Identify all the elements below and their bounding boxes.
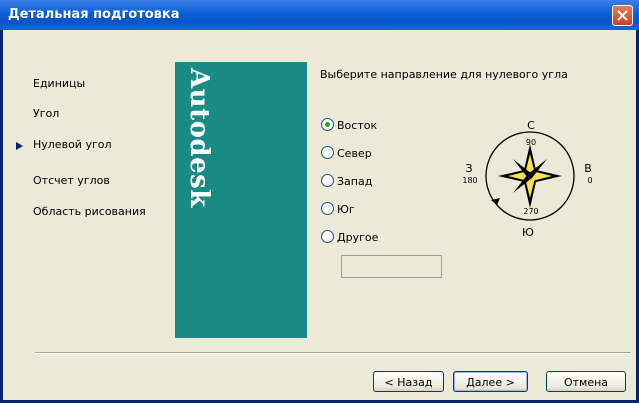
zero-angle-prompt: Выберите направление для нулевого угла — [320, 68, 568, 81]
title-bar[interactable]: Детальная подготовка — [0, 0, 639, 30]
compass-west-label: З — [465, 162, 472, 175]
close-button[interactable] — [612, 5, 633, 26]
compass-north-label: С — [527, 119, 535, 132]
autodesk-logo: Autodesk — [184, 68, 214, 208]
compass-180-label: 180 — [462, 176, 477, 185]
radio-south-indicator[interactable] — [321, 202, 334, 215]
radio-south[interactable]: Юг — [321, 202, 355, 216]
radio-other-label: Другое — [337, 231, 379, 244]
radio-south-label: Юг — [337, 203, 355, 216]
wizard-body: Единицы Угол Нулевой угол Отсчет углов О… — [3, 30, 636, 400]
next-button[interactable]: Далее > — [453, 371, 528, 392]
current-step-arrow-icon — [16, 142, 23, 150]
autodesk-banner: Autodesk — [175, 62, 307, 338]
radio-north-indicator[interactable] — [321, 146, 334, 159]
compass-diagram: С 90 З 180 В 0 270 Ю — [462, 119, 592, 239]
radio-other-indicator[interactable] — [321, 230, 334, 243]
other-angle-input[interactable] — [341, 255, 442, 278]
radio-west-label: Запад — [337, 175, 373, 188]
radio-east-label: Восток — [337, 119, 378, 132]
compass-east-label: В — [584, 162, 592, 175]
radio-west-indicator[interactable] — [321, 174, 334, 187]
compass-270-label: 270 — [523, 207, 538, 216]
sidebar-item-units[interactable]: Единицы — [33, 77, 85, 90]
sidebar-item-zero-angle[interactable]: Нулевой угол — [33, 138, 112, 151]
radio-east[interactable]: Восток — [321, 118, 377, 132]
sidebar-item-angle[interactable]: Угол — [33, 107, 59, 120]
radio-east-indicator[interactable] — [321, 118, 334, 131]
cancel-button[interactable]: Отмена — [546, 371, 626, 392]
back-button[interactable]: < Назад — [373, 371, 444, 392]
sidebar-item-drawing-area[interactable]: Область рисования — [33, 205, 146, 218]
radio-north-label: Север — [337, 147, 372, 160]
footer-divider — [35, 352, 631, 354]
radio-north[interactable]: Север — [321, 146, 372, 160]
close-icon — [617, 10, 628, 21]
compass-0-label: 0 — [587, 176, 592, 185]
sidebar-item-angle-measure[interactable]: Отсчет углов — [33, 174, 110, 187]
radio-west[interactable]: Запад — [321, 174, 372, 188]
compass-south-label: Ю — [522, 226, 534, 239]
radio-other[interactable]: Другое — [321, 230, 378, 244]
compass-90-label: 90 — [526, 138, 536, 147]
compass-rose-icon — [498, 144, 562, 208]
window-title: Детальная подготовка — [8, 7, 180, 22]
wizard-window: Детальная подготовка Единицы Угол Нулево… — [0, 0, 639, 403]
